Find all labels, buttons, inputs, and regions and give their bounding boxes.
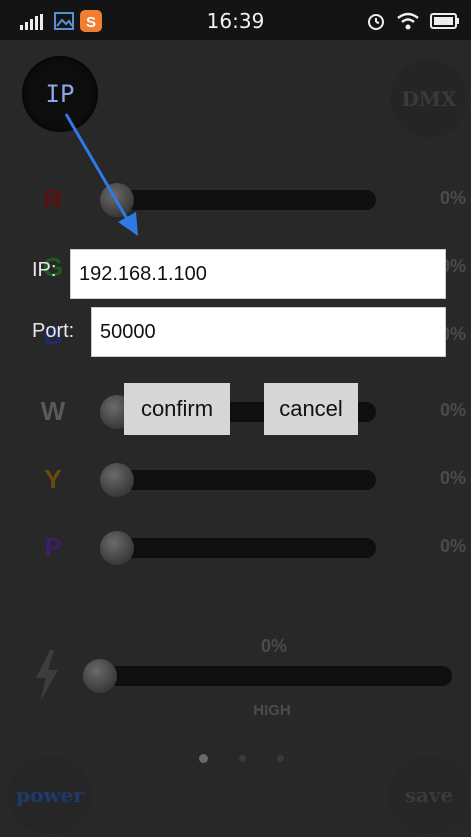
master-thumb[interactable] <box>83 659 117 693</box>
channel-percent-w: 0% <box>439 400 466 420</box>
status-bar: S 16:39 <box>0 0 471 40</box>
channel-letter-w: W <box>40 396 66 426</box>
channel-thumb-y[interactable] <box>100 463 134 497</box>
page-dot-3[interactable] <box>277 755 284 762</box>
ip-label: IP: <box>32 259 57 281</box>
master-high-label: HIGH <box>253 702 291 719</box>
alarm-icon <box>368 14 384 30</box>
channel-percent-p: 0% <box>439 536 466 556</box>
channel-thumb-p[interactable] <box>100 531 134 565</box>
confirm-button[interactable]: confirm <box>124 383 230 435</box>
annotation-arrow-icon <box>64 113 138 236</box>
channel-letter-y: Y <box>44 464 62 494</box>
cancel-button[interactable]: cancel <box>264 383 358 435</box>
channel-percent-r: 0% <box>439 188 466 208</box>
battery-icon <box>430 13 459 29</box>
port-label: Port: <box>32 320 75 342</box>
power-button[interactable]: power <box>8 756 92 834</box>
channel-letter-p: P <box>44 532 62 562</box>
dmx-button-label: DMX <box>401 87 457 111</box>
dmx-button[interactable]: DMX <box>390 60 468 138</box>
channel-track-y[interactable] <box>108 470 376 490</box>
power-button-label: power <box>16 783 84 807</box>
save-button-label: save <box>404 783 454 807</box>
page-dot-2[interactable] <box>239 755 246 762</box>
port-input[interactable] <box>91 307 446 357</box>
save-button[interactable]: save <box>388 756 470 834</box>
channel-track-p[interactable] <box>108 538 376 558</box>
ip-button-label: IP <box>45 80 75 108</box>
channel-percent-y: 0% <box>439 468 466 488</box>
page-dot-1[interactable] <box>199 754 208 763</box>
ip-address-input[interactable] <box>70 249 446 299</box>
lightning-icon <box>36 650 58 702</box>
master-percent: 0% <box>260 636 287 656</box>
wifi-icon <box>397 12 419 30</box>
master-track[interactable] <box>90 666 452 686</box>
